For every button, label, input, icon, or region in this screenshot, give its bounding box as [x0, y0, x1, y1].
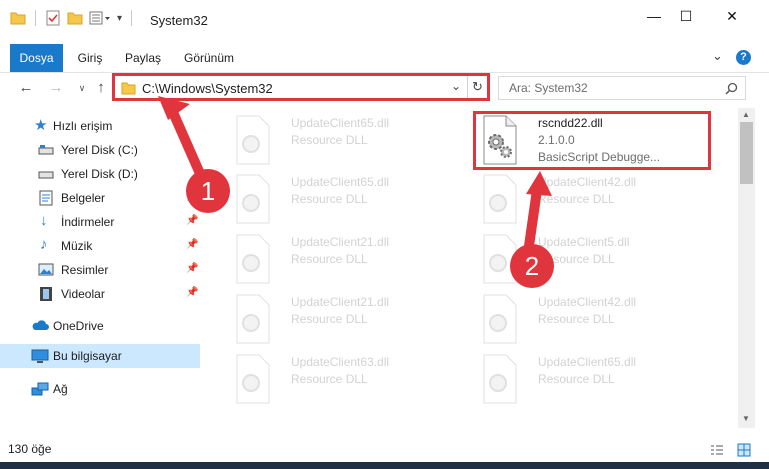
annotation-arrows — [158, 96, 552, 265]
step-1-badge: 1 — [186, 169, 230, 213]
step-2-badge: 2 — [510, 244, 554, 288]
file-explorer-window: ▾ System32 — ☐ ✕ Dosya Giriş Paylaş Görü… — [0, 0, 769, 462]
